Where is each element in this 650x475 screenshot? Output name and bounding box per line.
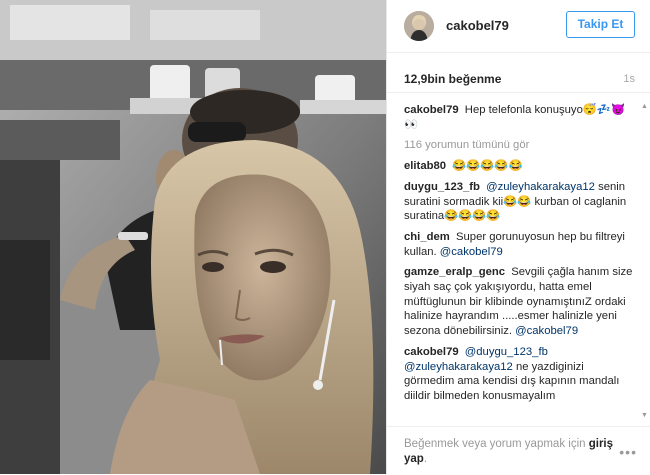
instagram-post: cakobel79 Takip Et 12,9bin beğenme 1s ca… [0, 0, 650, 474]
likes-row: 12,9bin beğenme 1s [387, 52, 650, 93]
comment-mention[interactable]: @duygu_123_fb [465, 346, 548, 358]
post-time[interactable]: 1s [623, 73, 635, 85]
view-all-comments-link[interactable]: 116 yorumun tümünü gör [404, 138, 637, 153]
post-footer: Beğenmek veya yorum yapmak için giriş ya… [387, 426, 650, 475]
avatar[interactable] [404, 11, 434, 41]
comment-username[interactable]: duygu_123_fb [404, 181, 480, 193]
login-prompt-period: . [423, 453, 428, 465]
comments-list[interactable]: cakobel79 Hep telefonla konuşuyo😴💤😈👀 116… [404, 103, 637, 419]
comment-username[interactable]: gamze_eralp_genc [404, 266, 505, 278]
comment-username[interactable]: elitab80 [404, 160, 446, 172]
photo-illustration [0, 0, 386, 474]
more-options-icon[interactable]: ••• [619, 444, 637, 460]
comment-username[interactable]: cakobel79 [404, 346, 459, 358]
avatar-image [404, 11, 434, 41]
comment-item: cakobel79 @duygu_123_fb @zuleyhakarakaya… [404, 345, 637, 404]
login-prompt: Beğenmek veya yorum yapmak için giriş ya… [404, 437, 614, 467]
comments-scrollbar[interactable]: ▲ ▼ [641, 103, 648, 419]
scroll-up-arrow-icon[interactable]: ▲ [641, 103, 648, 110]
login-prompt-text: Beğenmek veya yorum yapmak için [404, 438, 586, 450]
follow-button[interactable]: Takip Et [566, 11, 635, 38]
post-username[interactable]: cakobel79 [446, 18, 509, 33]
post-side-panel: cakobel79 Takip Et 12,9bin beğenme 1s ca… [386, 0, 650, 474]
comment-mention[interactable]: @cakobel79 [515, 325, 578, 337]
comment-username[interactable]: cakobel79 [404, 104, 459, 116]
scroll-down-arrow-icon[interactable]: ▼ [641, 412, 648, 419]
comment-mention[interactable]: @zuleyhakarakaya12 [486, 181, 595, 193]
comment-item: duygu_123_fb @zuleyhakarakaya12 senin su… [404, 180, 637, 224]
likes-count: 12,9bin beğenme [404, 72, 502, 86]
caption: cakobel79 Hep telefonla konuşuyo😴💤😈👀 [404, 103, 637, 132]
comment-mention[interactable]: @cakobel79 [440, 246, 503, 258]
comment-username[interactable]: chi_dem [404, 231, 450, 243]
comment-item: chi_dem Super gorunuyosun hep bu filtrey… [404, 230, 637, 259]
comment-item: elitab80 😂😂😂😂😂 [404, 159, 637, 174]
post-photo[interactable] [0, 0, 386, 474]
comment-text: 😂😂😂😂😂 [452, 160, 523, 173]
comment-mention[interactable]: @zuleyhakarakaya12 [404, 361, 513, 373]
comment-item: gamze_eralp_genc Sevgili çağla hanım siz… [404, 265, 637, 339]
post-header: cakobel79 Takip Et [387, 0, 650, 53]
